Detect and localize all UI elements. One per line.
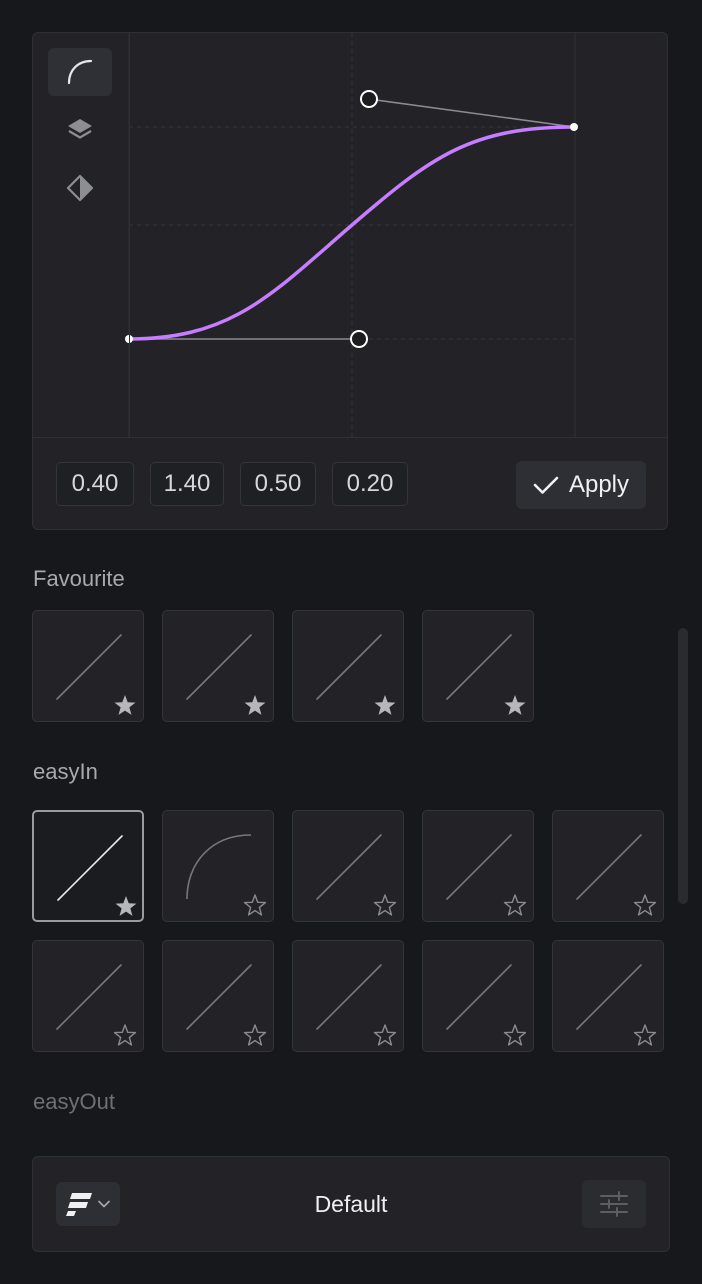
curve-preview (316, 964, 397, 1046)
framer-logo-icon (66, 1193, 92, 1216)
easyin-preset-tile[interactable] (552, 810, 664, 922)
brand-menu-button[interactable] (56, 1182, 120, 1226)
preset-title: Default (314, 1190, 388, 1217)
curve-preview (446, 964, 527, 1046)
star-outline-icon[interactable] (633, 1024, 657, 1046)
curve-preview (316, 834, 397, 916)
curve-preview (56, 964, 137, 1046)
easyin-preset-tile[interactable] (292, 940, 404, 1052)
value-y1-field[interactable]: 1.40 (150, 462, 224, 506)
handle-line-end (368, 98, 575, 128)
control-handle-1[interactable] (350, 330, 368, 348)
curve-end-point (570, 123, 578, 131)
star-outline-icon[interactable] (633, 894, 657, 916)
contrast-diamond-icon (66, 174, 94, 202)
curve-preview (186, 834, 267, 916)
favourite-preset-tile[interactable] (422, 610, 534, 722)
curve-tool[interactable] (48, 48, 112, 96)
curve-value-bar: 0.40 1.40 0.50 0.20 Apply (33, 437, 667, 529)
footer-bar: Default (32, 1156, 670, 1252)
contrast-tool[interactable] (48, 164, 112, 212)
favourite-section-title: Favourite (33, 566, 125, 591)
tool-column (33, 33, 130, 437)
curve-preview (186, 964, 267, 1046)
star-filled-icon[interactable] (115, 896, 137, 916)
sliders-icon (600, 1191, 628, 1217)
curve-preview (56, 634, 136, 715)
star-outline-icon[interactable] (503, 1024, 527, 1046)
favourite-preset-tile[interactable] (292, 610, 404, 722)
curve-preview (576, 964, 657, 1046)
scrollbar[interactable] (678, 628, 688, 904)
value-x1-field[interactable]: 0.40 (56, 462, 134, 506)
layers-icon (68, 119, 92, 139)
easyin-preset-tile[interactable] (292, 810, 404, 922)
layers-tool[interactable] (48, 106, 112, 154)
value-x2-field[interactable]: 0.50 (240, 462, 316, 506)
star-outline-icon[interactable] (373, 894, 397, 916)
curve-icon (67, 59, 93, 85)
curve-preview (316, 634, 396, 715)
curve-preview (57, 835, 137, 916)
control-handle-2[interactable] (360, 90, 378, 108)
apply-label: Apply (568, 471, 630, 498)
easyin-preset-tile[interactable] (422, 940, 534, 1052)
easyin-preset-tile[interactable] (162, 810, 274, 922)
favourite-preset-tile[interactable] (162, 610, 274, 722)
star-outline-icon[interactable] (243, 894, 267, 916)
easyin-preset-tile[interactable] (422, 810, 534, 922)
curve-preview (446, 634, 526, 715)
chevron-down-icon (98, 1200, 110, 1208)
curve-preview (186, 634, 266, 715)
easyout-section-title: easyOut (33, 1089, 115, 1114)
easyin-preset-tile[interactable] (32, 810, 144, 922)
value-y2-field[interactable]: 0.20 (332, 462, 408, 506)
easyin-section-title: easyIn (33, 759, 98, 784)
curve-editor: 0.40 1.40 0.50 0.20 Apply (32, 32, 668, 530)
star-filled-icon[interactable] (244, 695, 266, 715)
star-filled-icon[interactable] (374, 695, 396, 715)
settings-button[interactable] (582, 1180, 646, 1228)
easyin-preset-tile[interactable] (162, 940, 274, 1052)
easyin-preset-tile[interactable] (552, 940, 664, 1052)
star-outline-icon[interactable] (243, 1024, 267, 1046)
easyin-preset-tile[interactable] (32, 940, 144, 1052)
check-icon (533, 476, 559, 494)
apply-button[interactable]: Apply (516, 461, 646, 509)
favourite-preset-tile[interactable] (32, 610, 144, 722)
star-filled-icon[interactable] (504, 695, 526, 715)
curve-preview (446, 834, 527, 916)
star-outline-icon[interactable] (113, 1024, 137, 1046)
curve-preview (576, 834, 657, 916)
star-outline-icon[interactable] (503, 894, 527, 916)
star-filled-icon[interactable] (114, 695, 136, 715)
star-outline-icon[interactable] (373, 1024, 397, 1046)
